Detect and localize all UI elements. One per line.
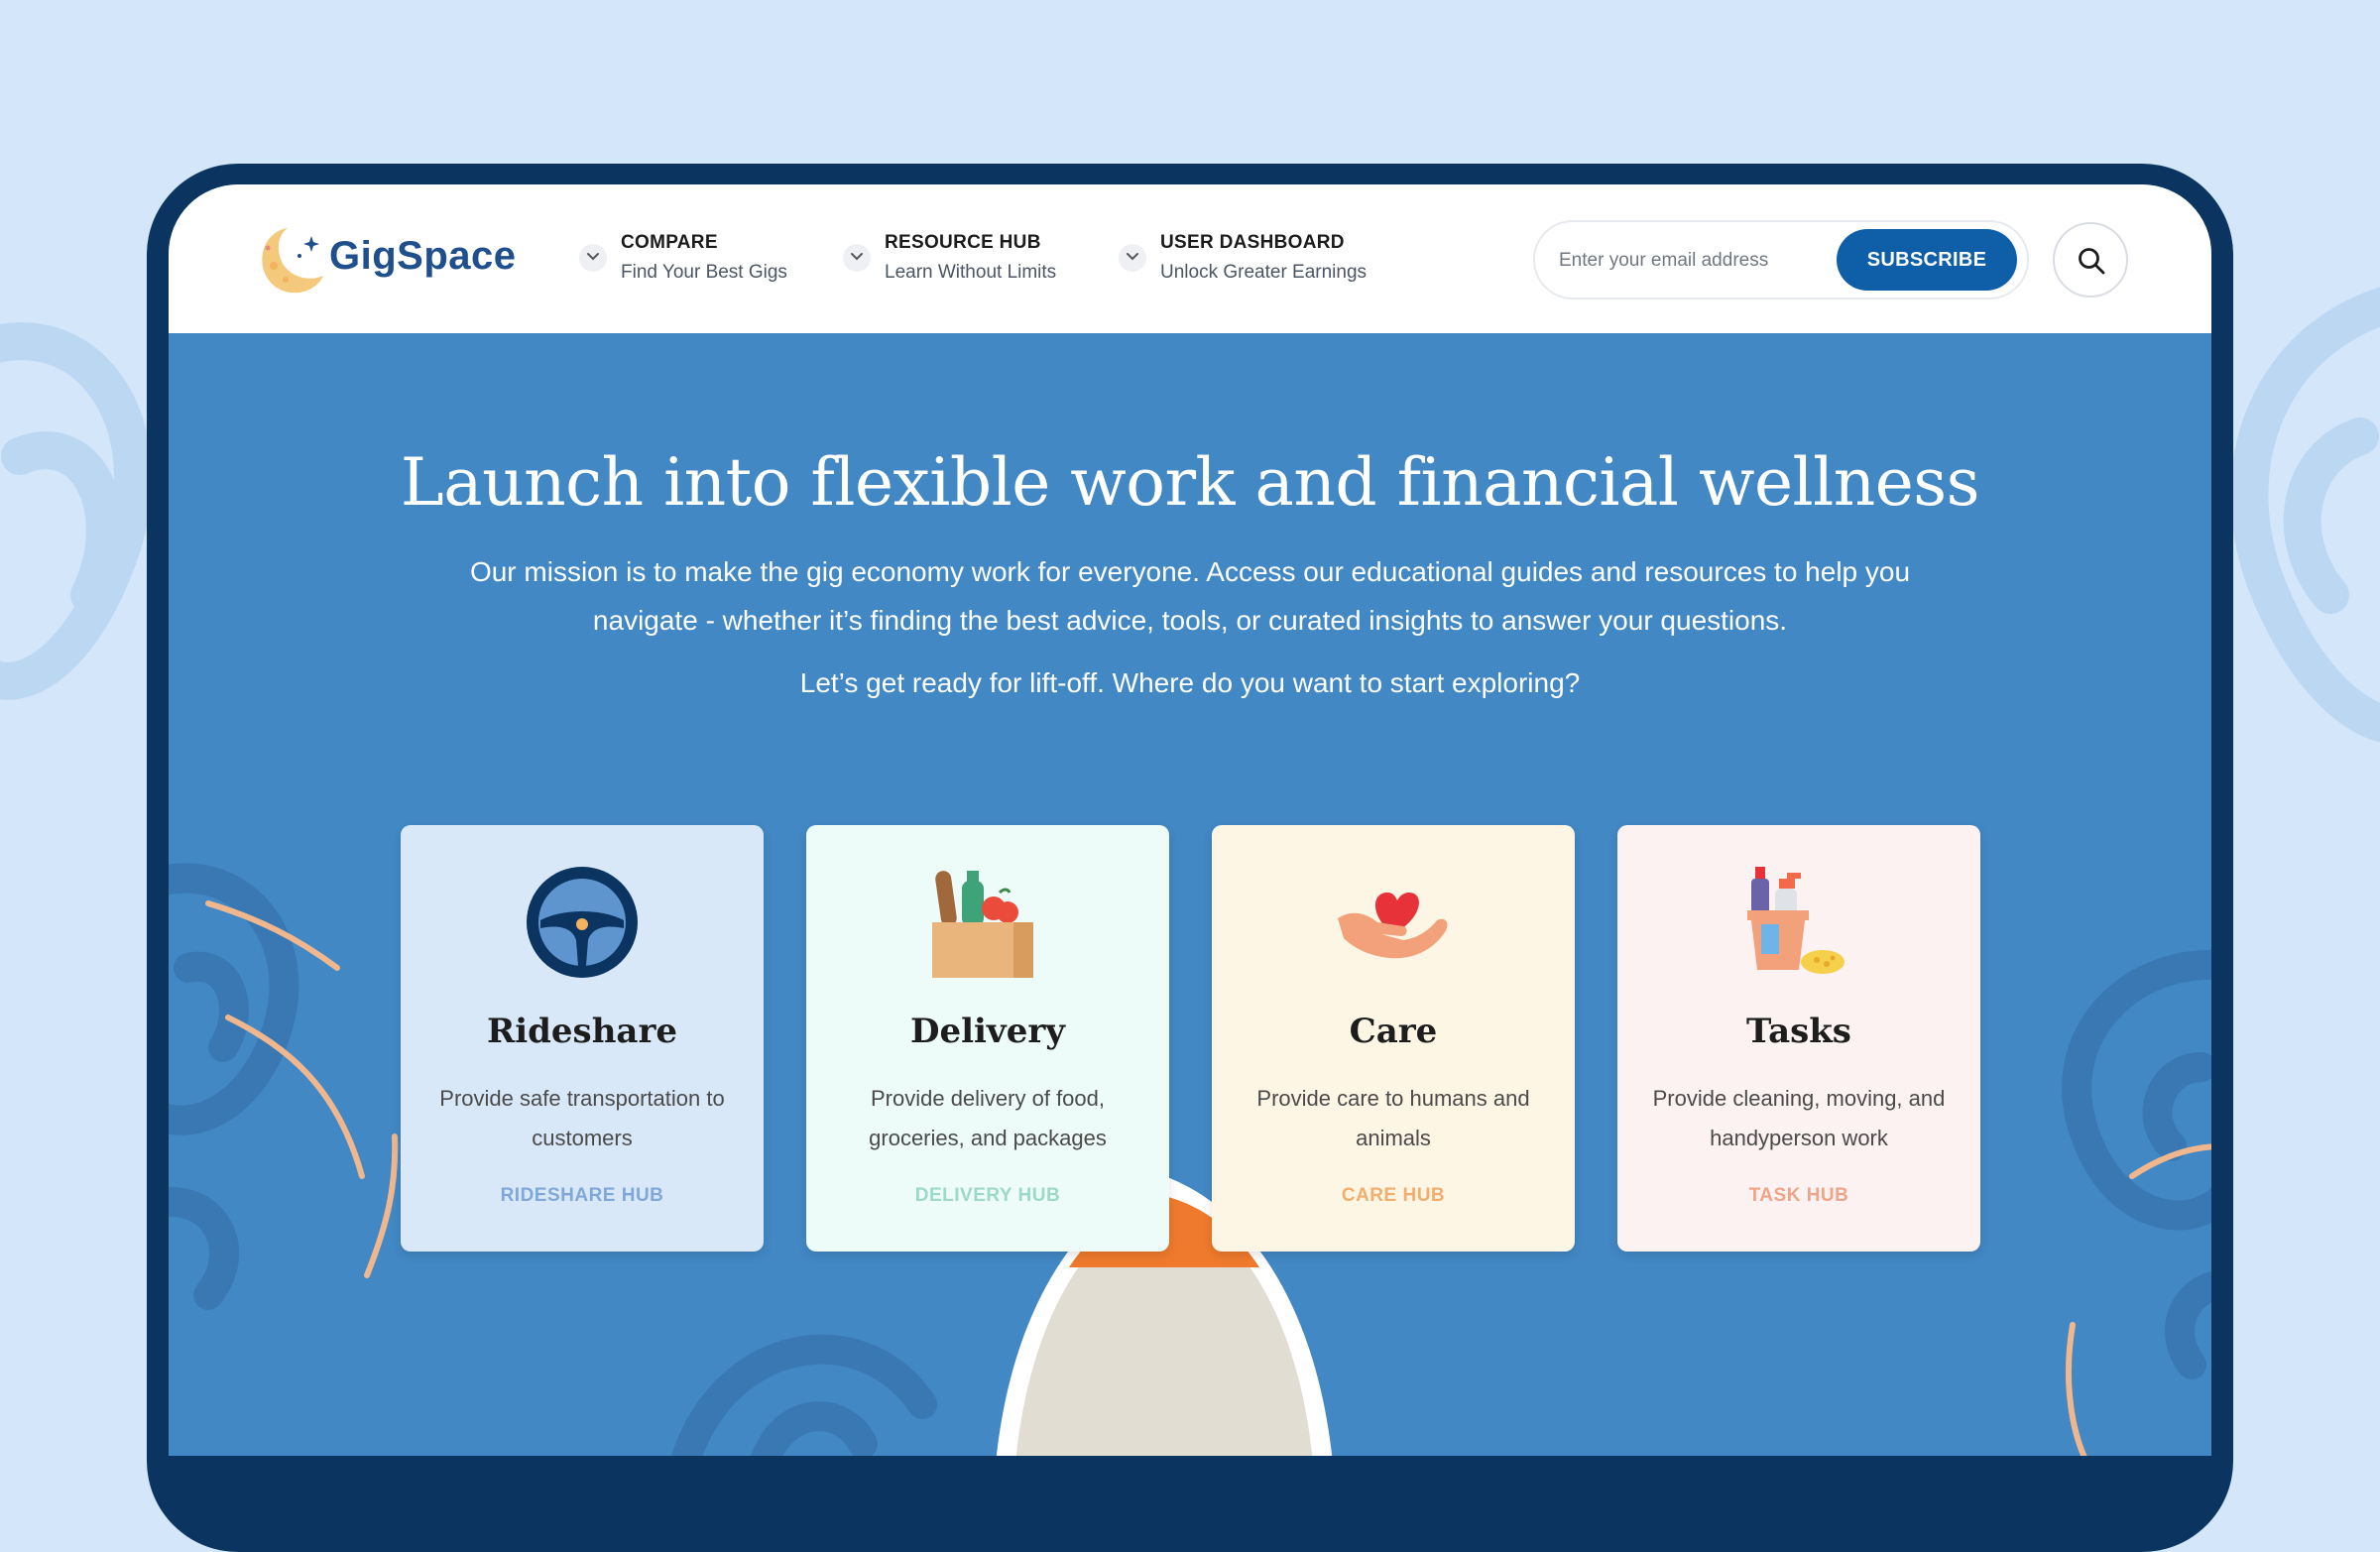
card-title: Tasks bbox=[1746, 1012, 1851, 1051]
care-hub-link[interactable]: CARE HUB bbox=[1212, 1185, 1575, 1207]
nav-subtitle: Find Your Best Gigs bbox=[621, 262, 787, 283]
chevron-down-icon[interactable] bbox=[579, 244, 607, 272]
card-description: Provide delivery of food, groceries, and… bbox=[869, 1086, 1107, 1150]
card-rideshare[interactable]: Rideshare Provide safe transportation to… bbox=[401, 825, 764, 1252]
heart-hand-icon bbox=[1338, 893, 1448, 959]
card-tasks[interactable]: Tasks Provide cleaning, moving, and hand… bbox=[1617, 825, 1980, 1252]
steering-wheel-icon bbox=[527, 867, 638, 978]
task-hub-link[interactable]: TASK HUB bbox=[1617, 1185, 1980, 1207]
chevron-down-icon[interactable] bbox=[1119, 244, 1146, 272]
card-care[interactable]: Care Provide care to humans and animals … bbox=[1212, 825, 1575, 1252]
email-input[interactable] bbox=[1557, 240, 1829, 282]
search-button[interactable] bbox=[2053, 222, 2128, 298]
card-delivery[interactable]: Delivery Provide delivery of food, groce… bbox=[806, 825, 1169, 1252]
card-title: Delivery bbox=[909, 1012, 1065, 1051]
nav-subtitle: Unlock Greater Earnings bbox=[1160, 262, 1368, 283]
subscribe-button[interactable]: SUBSCRIBE bbox=[1837, 229, 2017, 291]
site-header: GigSpace COMPARE Find Your Best Gigs RES… bbox=[169, 184, 2211, 333]
card-description: Provide safe transportation to customers bbox=[439, 1086, 725, 1150]
nav-title: COMPARE bbox=[621, 232, 718, 253]
card-description: Provide cleaning, moving, and handyperso… bbox=[1652, 1086, 1946, 1150]
card-title: Rideshare bbox=[486, 1012, 677, 1051]
moon-logo-icon bbox=[262, 228, 323, 294]
chevron-down-icon[interactable] bbox=[843, 244, 871, 272]
hero-prompt: Let’s get ready for lift-off. Where do y… bbox=[799, 667, 1581, 698]
newsletter-form: SUBSCRIBE bbox=[1533, 220, 2029, 299]
hero-title: Launch into flexible work and financial … bbox=[400, 444, 1980, 521]
card-title: Care bbox=[1349, 1012, 1438, 1051]
gigspace-logo[interactable]: GigSpace bbox=[252, 222, 520, 301]
card-description: Provide care to humans and animals bbox=[1256, 1086, 1530, 1150]
brand-name: GigSpace bbox=[329, 234, 517, 278]
search-icon bbox=[2079, 248, 2105, 275]
hero-description: Our mission is to make the gig economy w… bbox=[469, 556, 1911, 636]
rideshare-hub-link[interactable]: RIDESHARE HUB bbox=[401, 1185, 764, 1207]
website-screen: GigSpace COMPARE Find Your Best Gigs RES… bbox=[169, 184, 2211, 1456]
grocery-bag-icon bbox=[932, 871, 1033, 978]
nav-subtitle: Learn Without Limits bbox=[885, 262, 1057, 283]
delivery-hub-link[interactable]: DELIVERY HUB bbox=[806, 1185, 1169, 1207]
nav-title: RESOURCE HUB bbox=[885, 232, 1041, 253]
cleaning-bucket-icon bbox=[1747, 867, 1844, 974]
nav-title: USER DASHBOARD bbox=[1160, 232, 1345, 253]
